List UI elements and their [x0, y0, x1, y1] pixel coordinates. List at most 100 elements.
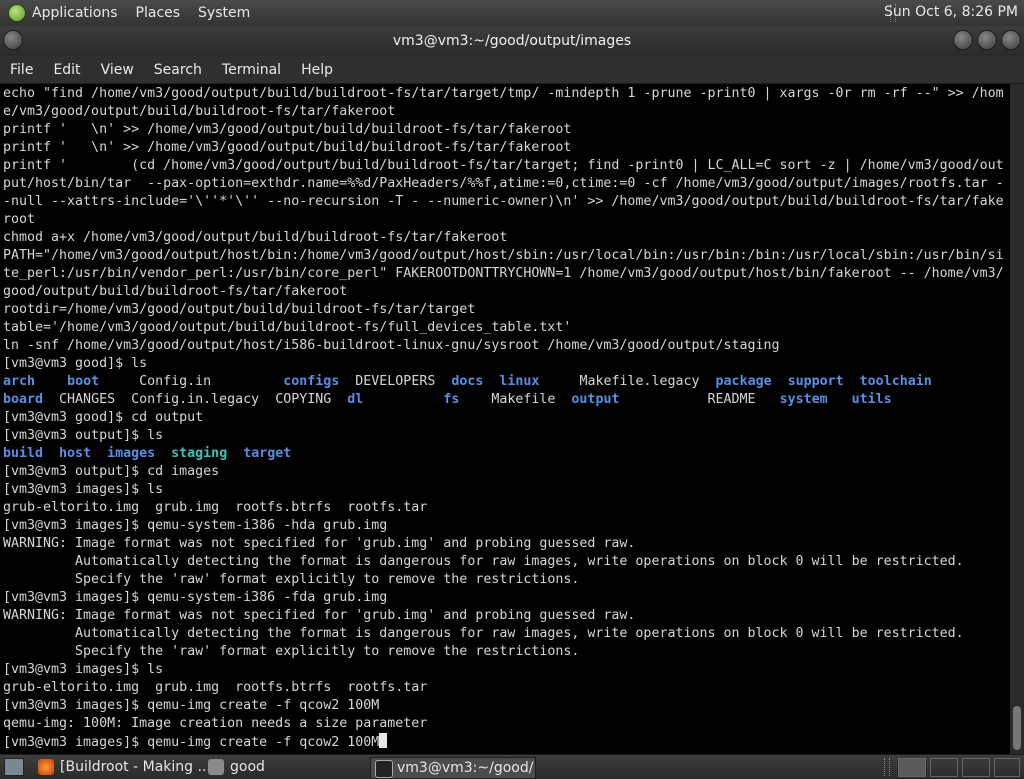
- directory-entry: images: [107, 446, 156, 461]
- directory-entry: arch: [3, 374, 36, 389]
- terminal-line: WARNING: Image format was not specified …: [3, 608, 636, 623]
- task-label: good: [230, 759, 265, 775]
- taskbar-separator: [884, 758, 890, 776]
- terminal-line: root: [3, 212, 36, 227]
- terminal-line: printf ' \n' >> /home/vm3/good/output/bu…: [3, 140, 572, 155]
- directory-entry: boot: [67, 374, 100, 389]
- task-file-manager[interactable]: good: [204, 757, 380, 777]
- file-entry: [35, 374, 67, 389]
- terminal-input-line[interactable]: [vm3@vm3 images]$ qemu-img create -f qco…: [3, 735, 379, 750]
- terminal-line: grub-eltorito.img grub.img rootfs.btrfs …: [3, 500, 428, 515]
- window-title: vm3@vm3:~/good/output/images: [392, 33, 632, 49]
- menu-places[interactable]: Places: [136, 5, 181, 21]
- terminal-line: e/vm3/good/output/build/buildroot-fs/tar…: [3, 104, 396, 119]
- terminal-line: good/output/build/buildroot-fs/tar/faker…: [3, 284, 348, 299]
- firefox-icon: [38, 759, 54, 775]
- menu-view[interactable]: View: [101, 62, 134, 78]
- terminal-line: [vm3@vm3 good]$ ls: [3, 356, 148, 371]
- directory-entry: fs: [443, 392, 460, 407]
- terminal-line: Automatically detecting the format is da…: [3, 554, 964, 569]
- window-menu-button[interactable]: [4, 31, 22, 49]
- terminal-text: echo "find /home/vm3/good/output/build/b…: [0, 84, 1010, 752]
- terminal-line: grub-eltorito.img grub.img rootfs.btrfs …: [3, 680, 428, 695]
- file-entry: [828, 392, 852, 407]
- directory-entry: build: [3, 446, 44, 461]
- task-terminal[interactable]: vm3@vm3:~/good/...: [370, 757, 536, 779]
- terminal-line: chmod a+x /home/vm3/good/output/build/bu…: [3, 230, 508, 245]
- terminal-output[interactable]: echo "find /home/vm3/good/output/build/b…: [0, 84, 1010, 754]
- file-entry: Makefile.legacy: [539, 374, 716, 389]
- directory-entry: docs: [451, 374, 484, 389]
- menu-edit[interactable]: Edit: [53, 62, 80, 78]
- directory-entry: package: [715, 374, 772, 389]
- directory-entry: toolchain: [859, 374, 932, 389]
- task-label: [Buildroot - Making ...: [60, 759, 211, 775]
- show-desktop-icon[interactable]: [4, 758, 24, 776]
- file-entry: [772, 374, 788, 389]
- terminal-line: Specify the 'raw' format explicitly to r…: [3, 644, 580, 659]
- menu-file[interactable]: File: [10, 62, 33, 78]
- top-panel: Applications Places System Sun Oct 6, 8:…: [0, 0, 1024, 27]
- file-entry: [844, 374, 860, 389]
- menu-system[interactable]: System: [198, 5, 250, 21]
- file-entry: Makefile: [459, 392, 572, 407]
- scrollbar-thumb[interactable]: [1013, 706, 1021, 750]
- workspace-4[interactable]: [994, 758, 1020, 777]
- menubar: File Edit View Search Terminal Help: [0, 56, 1024, 84]
- terminal-line: [vm3@vm3 good]$ cd output: [3, 410, 204, 425]
- directory-entry: system: [779, 392, 828, 407]
- file-entry: [227, 446, 243, 461]
- task-label: vm3@vm3:~/good/...: [397, 760, 536, 776]
- terminal-line: [vm3@vm3 images]$ qemu-system-i386 -hda …: [3, 518, 388, 533]
- terminal-icon: [375, 760, 393, 778]
- workspace-3[interactable]: [962, 758, 990, 777]
- terminal-line: WARNING: Image format was not specified …: [3, 536, 636, 551]
- file-entry: DEVELOPERS: [339, 374, 452, 389]
- menu-search[interactable]: Search: [154, 62, 202, 78]
- text-cursor: [379, 733, 388, 748]
- menu-terminal[interactable]: Terminal: [222, 62, 281, 78]
- terminal-line: qemu-img: 100M: Image creation needs a s…: [3, 716, 428, 731]
- terminal-line: PATH="/home/vm3/good/output/host/bin:/ho…: [3, 248, 1004, 263]
- terminal-line: ln -snf /home/vm3/good/output/host/i586-…: [3, 338, 780, 353]
- file-entry: CHANGES Config.in.legacy COPYING: [43, 392, 348, 407]
- file-entry: Config.in: [99, 374, 284, 389]
- maximize-button[interactable]: [978, 31, 996, 49]
- terminal-line: -null --xattrs-include='\''*'\'' --no-re…: [3, 194, 1004, 209]
- terminal-line: [vm3@vm3 output]$ cd images: [3, 464, 220, 479]
- terminal-line: table='/home/vm3/good/output/build/build…: [3, 320, 572, 335]
- menu-help[interactable]: Help: [301, 62, 333, 78]
- clock[interactable]: Sun Oct 6, 8:26 PM: [884, 4, 1018, 20]
- directory-entry: support: [787, 374, 844, 389]
- terminal-line: te_perl:/usr/bin/vendor_perl:/usr/bin/co…: [3, 266, 1004, 281]
- folder-icon: [208, 759, 224, 775]
- terminal-line: echo "find /home/vm3/good/output/build/b…: [3, 86, 1004, 101]
- terminal-line: [vm3@vm3 images]$ ls: [3, 482, 164, 497]
- distro-logo-icon[interactable]: [8, 4, 26, 22]
- terminal-line: [vm3@vm3 images]$ qemu-img create -f qco…: [3, 698, 380, 713]
- directory-entry: output: [571, 392, 620, 407]
- close-button[interactable]: [1002, 31, 1020, 49]
- terminal-line: printf ' (cd /home/vm3/good/output/build…: [3, 158, 1004, 173]
- terminal-line: Automatically detecting the format is da…: [3, 626, 964, 641]
- minimize-button[interactable]: [954, 31, 972, 49]
- directory-entry: configs: [283, 374, 340, 389]
- directory-entry: dl: [347, 392, 364, 407]
- window-titlebar[interactable]: vm3@vm3:~/good/output/images: [0, 26, 1024, 56]
- task-browser[interactable]: [Buildroot - Making ...: [34, 757, 226, 777]
- terminal-scrollbar[interactable]: [1010, 84, 1024, 754]
- terminal-line: put/host/bin/tar --pax-option=exthdr.nam…: [3, 176, 1004, 191]
- directory-entry: staging: [171, 446, 228, 461]
- workspace-2[interactable]: [930, 758, 958, 777]
- terminal-line: Specify the 'raw' format explicitly to r…: [3, 572, 580, 587]
- menu-applications[interactable]: Applications: [32, 5, 118, 21]
- directory-entry: utils: [851, 392, 892, 407]
- directory-entry: host: [59, 446, 92, 461]
- terminal-line: [vm3@vm3 images]$ qemu-system-i386 -fda …: [3, 590, 388, 605]
- file-entry: [483, 374, 499, 389]
- file-entry: [91, 446, 107, 461]
- directory-entry: target: [243, 446, 292, 461]
- file-entry: [155, 446, 171, 461]
- workspace-1[interactable]: [898, 758, 926, 777]
- taskbar: [Buildroot - Making ... good vm3@vm3:~/g…: [0, 754, 1024, 779]
